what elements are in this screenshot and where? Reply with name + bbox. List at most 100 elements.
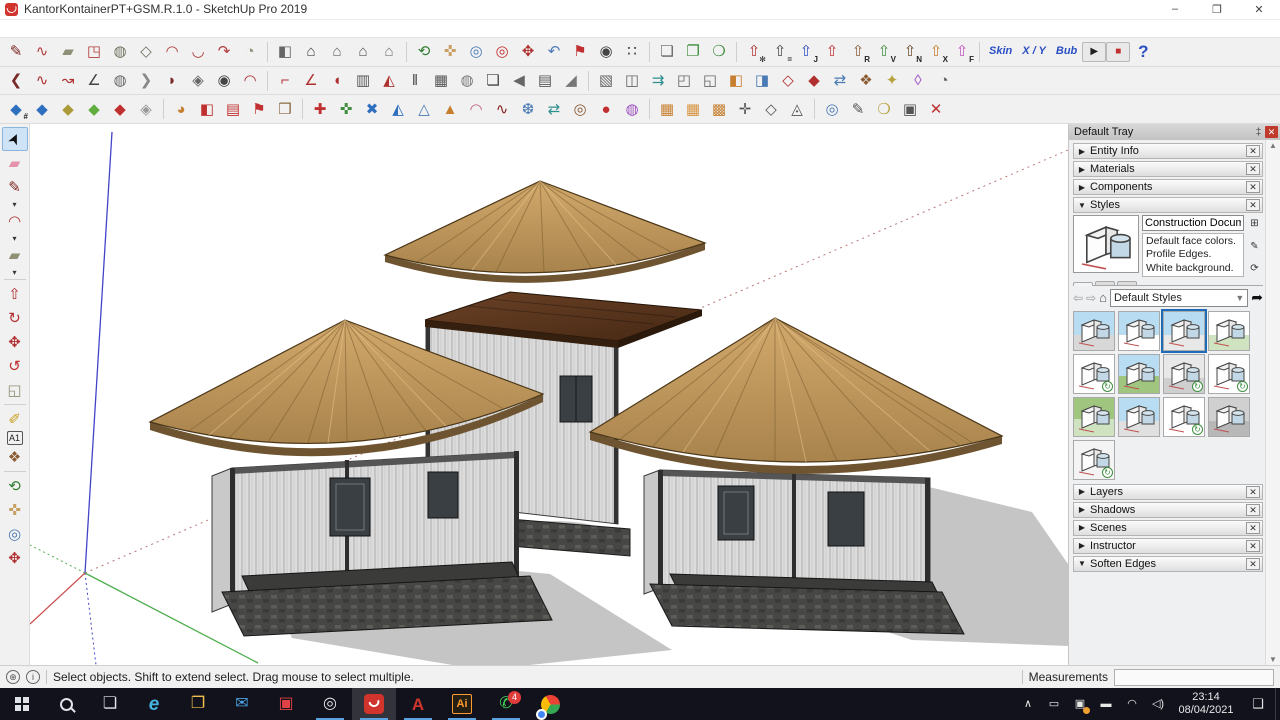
eraser-tool[interactable]: ▰ [2,151,28,175]
barrel-tool-icon[interactable]: ◎ [567,97,593,121]
layer-olive-icon[interactable]: ◆ [55,97,81,121]
help-button[interactable]: ? [1130,40,1156,64]
line-tool-icon[interactable]: ✎ [3,40,29,64]
tri-solid-icon[interactable]: ▲ [437,97,463,121]
top-view-icon[interactable]: ⌂ [324,40,350,64]
swap-tool-icon[interactable]: ⇄ [541,97,567,121]
section-close-button[interactable]: ✕ [1246,540,1260,552]
pie-tool-icon[interactable]: ◔ [237,40,263,64]
tri-outline-icon[interactable]: △ [411,97,437,121]
edit-style-button[interactable]: ✎ [1247,239,1262,254]
style-thumbnail[interactable]: ↻ [1073,354,1115,394]
expand-arrow-icon[interactable]: ▶ [1074,505,1090,514]
line-tool-dropdown[interactable]: ▾ [2,199,28,209]
search-button[interactable] [44,688,88,720]
section-soften-edges[interactable]: ▼ Soften Edges ✕ [1073,556,1263,572]
section-close-button[interactable]: ✕ [1246,199,1260,211]
style-thumbnail[interactable] [1073,397,1115,437]
twin-panel-icon[interactable]: ◫ [619,69,645,93]
add-green-icon[interactable]: ✜ [333,97,359,121]
expand-arrow-icon[interactable]: ▶ [1074,523,1090,532]
zoom-extents-tool[interactable]: ✥ [2,546,28,570]
ext-up-v-icon[interactable]: ⇧V [871,40,897,64]
back-view-icon[interactable]: ⌂ [350,40,376,64]
section-close-button[interactable]: ✕ [1246,181,1260,193]
section-close-button[interactable]: ✕ [1246,504,1260,516]
tab-edit[interactable] [1095,281,1115,285]
section-close-button[interactable]: ✕ [1246,558,1260,570]
tab-select[interactable] [1073,282,1093,286]
folded-box-icon[interactable]: ❒ [272,97,298,121]
arc-segment-icon[interactable]: ◗ [159,69,185,93]
illustrator-icon[interactable]: Ai [440,688,484,720]
start-button[interactable] [0,688,44,720]
close-red-icon[interactable]: ✕ [923,97,949,121]
arc-tool-dropdown[interactable]: ▾ [2,233,28,243]
move-tool[interactable]: ✥ [2,330,28,354]
section-instructor[interactable]: ▶ Instructor ✕ [1073,538,1263,554]
zoom-icon[interactable]: ◎ [463,40,489,64]
style-thumbnail[interactable]: ↻ [1163,354,1205,394]
mail-icon[interactable]: ✉ [220,688,264,720]
side-view-icon[interactable]: ⌂ [376,40,402,64]
xy-button[interactable]: X / Y [1017,40,1051,64]
grid-dense-icon[interactable]: ▩ [706,97,732,121]
ramp-tool-icon[interactable]: ◢ [558,69,584,93]
expand-arrow-icon[interactable]: ▶ [1074,541,1090,550]
cross-gray-icon[interactable]: ✛ [732,97,758,121]
wifi-icon[interactable]: ◠ [1119,688,1145,720]
front-view-icon[interactable]: ⌂ [298,40,324,64]
top-roof-cone[interactable] [385,181,705,283]
style-thumbnail[interactable]: ↻ [1073,440,1115,480]
diamond-solid-icon[interactable]: ◆ [801,69,827,93]
scroll-up-icon[interactable]: ▲ [1269,141,1277,150]
wedge-tool-icon[interactable]: ◀ [506,69,532,93]
tray-scrollbar[interactable]: ▲ ▼ [1265,140,1280,665]
tab-mix[interactable] [1117,281,1137,285]
pan-tool[interactable]: ✜ [2,498,28,522]
freehand-tool-icon[interactable]: ∿ [29,40,55,64]
style-thumbnail[interactable] [1073,311,1115,351]
two-point-arc-icon[interactable]: ◡ [185,40,211,64]
style-thumbnail[interactable] [1208,311,1250,351]
shape-bender-icon[interactable]: ❮ [3,69,29,93]
sketchup-taskbar-icon[interactable] [352,688,396,720]
model-viewport[interactable] [30,124,1068,665]
left-building[interactable] [212,451,552,636]
walk-icon[interactable]: ∷ [619,40,645,64]
style-thumbnail[interactable]: ↻ [1163,397,1205,437]
tray-close-button[interactable]: ✕ [1265,126,1278,138]
rotate-tool[interactable]: ↺ [2,354,28,378]
layer-grid-icon[interactable]: ◈ [133,97,159,121]
label-box-icon[interactable]: ▣ [897,97,923,121]
ext-up-j-icon[interactable]: ⇧J [793,40,819,64]
layer-red-icon[interactable]: ◆ [107,97,133,121]
section-scenes[interactable]: ▶ Scenes ✕ [1073,520,1263,536]
section-shadows[interactable]: ▶ Shadows ✕ [1073,502,1263,518]
geolocation-icon[interactable]: ⊕ [6,670,20,684]
section-close-button[interactable]: ✕ [1246,163,1260,175]
star-vertex-icon[interactable]: ✦ [879,69,905,93]
circle-tool-icon[interactable]: ◍ [107,40,133,64]
section-materials[interactable]: ▶ Materials ✕ [1073,161,1263,177]
back-arrow-icon[interactable]: ⇦ [1073,291,1083,305]
section-entity-info[interactable]: ▶ Entity Info ✕ [1073,143,1263,159]
flag-tool-icon[interactable]: ⚑ [246,97,272,121]
sandbox-scratch-icon[interactable]: ❐ [680,40,706,64]
tri-gray-icon[interactable]: ◬ [784,97,810,121]
notch-tool-icon[interactable]: ◔ [931,69,957,93]
details-arrow-button[interactable]: ➦ [1251,289,1263,306]
scroll-down-icon[interactable]: ▼ [1269,655,1277,664]
scale-corner-icon[interactable]: ◱ [697,69,723,93]
add-red-icon[interactable]: ✚ [307,97,333,121]
orbit-icon[interactable]: ⟲ [411,40,437,64]
dot-red-icon[interactable]: ● [593,97,619,121]
style-thumbnail[interactable] [1118,354,1160,394]
expand-arrow-icon[interactable]: ▶ [1074,183,1090,192]
disc-olive-icon[interactable]: ❍ [871,97,897,121]
maximize-button[interactable]: ❐ [1196,0,1238,19]
orbit-tool[interactable]: ⟲ [2,474,28,498]
pin-icon[interactable]: ‡ [1252,127,1265,138]
paint-bucket-tool[interactable]: ❖ [2,445,28,469]
expand-arrow-icon[interactable]: ▼ [1074,559,1090,568]
